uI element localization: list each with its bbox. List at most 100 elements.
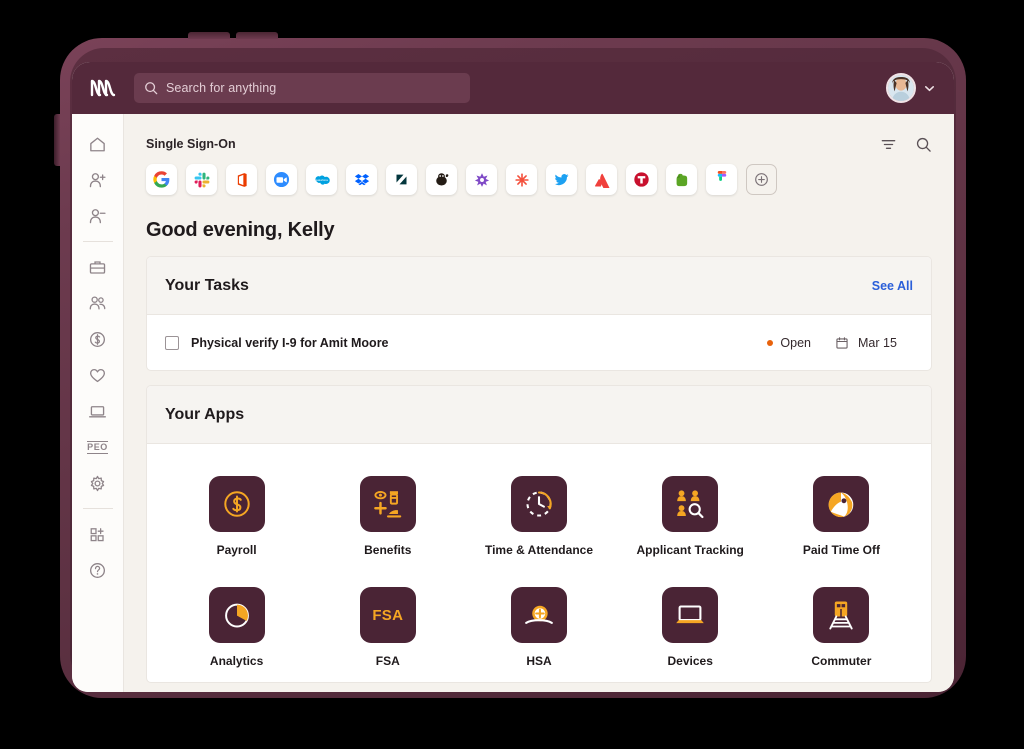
clock-icon <box>522 487 556 521</box>
sidebar-item-benefits[interactable] <box>79 357 117 393</box>
calendar-icon <box>835 336 849 350</box>
app-icon-container <box>208 476 265 532</box>
filter-icon[interactable] <box>880 136 897 153</box>
sso-app-mailchimp[interactable] <box>426 164 457 195</box>
app-label: Applicant Tracking <box>636 543 744 557</box>
help-circle-icon <box>88 561 107 580</box>
svg-text:salesforce: salesforce <box>315 178 328 182</box>
chevron-down-icon[interactable] <box>923 82 936 95</box>
sso-app-evernote[interactable] <box>666 164 697 195</box>
sso-app-dropbox[interactable] <box>346 164 377 195</box>
person-remove-icon <box>88 207 107 226</box>
sso-app-slack[interactable] <box>186 164 217 195</box>
sidebar-item-people[interactable] <box>79 285 117 321</box>
sidebar-item-settings[interactable] <box>79 465 117 501</box>
your-tasks-title: Your Tasks <box>165 276 249 294</box>
app-tile-commuter[interactable]: Commuter <box>766 577 917 682</box>
sso-app-twitter[interactable] <box>546 164 577 195</box>
due-date-label: Mar 15 <box>858 335 897 350</box>
sso-app-atlassian[interactable] <box>586 164 617 195</box>
sso-app-google[interactable] <box>146 164 177 195</box>
see-all-link[interactable]: See All <box>872 279 913 293</box>
sso-app-asterisk[interactable] <box>506 164 537 195</box>
peo-text-icon: PEO <box>87 440 108 454</box>
sso-app-office365[interactable] <box>226 164 257 195</box>
beach-ball-icon <box>824 487 858 521</box>
your-apps-card: Your Apps Payroll Benefits Time & Attend… <box>146 385 932 683</box>
app-tile-applicant-tracking[interactable]: Applicant Tracking <box>615 466 766 571</box>
person-add-icon <box>88 171 107 190</box>
user-avatar[interactable] <box>886 73 916 103</box>
hsa-icon <box>523 599 555 631</box>
search-input[interactable]: Search for anything <box>134 73 470 103</box>
app-icon-container <box>510 587 567 643</box>
sidebar-divider-2 <box>82 508 113 509</box>
task-checkbox[interactable] <box>165 335 179 350</box>
sso-app-zoom[interactable] <box>266 164 297 195</box>
task-row[interactable]: Physical verify I-9 for Amit Moore Open <box>147 315 931 370</box>
main-content: Single Sign-On salesforce Good evening, … <box>124 114 954 692</box>
sso-app-salesforce[interactable]: salesforce <box>306 164 337 195</box>
topbar-user-menu[interactable] <box>886 73 936 103</box>
your-apps-title: Your Apps <box>165 405 245 423</box>
applicant-search-icon <box>674 488 706 520</box>
status-badge: Open <box>767 336 811 350</box>
home-icon <box>88 135 107 154</box>
sidebar-item-home[interactable] <box>79 126 117 162</box>
sidebar-item-peo[interactable]: PEO <box>79 429 117 465</box>
task-due-date: Mar 15 <box>835 336 913 350</box>
page-title: Good evening, Kelly <box>146 219 335 241</box>
app-tile-analytics[interactable]: Analytics <box>161 577 312 682</box>
train-icon <box>825 599 857 631</box>
briefcase-icon <box>88 258 107 277</box>
gear-icon <box>88 474 107 493</box>
dollar-circle-icon <box>220 487 254 521</box>
rippling-logo[interactable] <box>86 75 120 101</box>
power-button[interactable] <box>54 114 60 166</box>
sso-header: Single Sign-On <box>124 114 954 158</box>
sidebar-item-payroll[interactable] <box>79 321 117 357</box>
search-icon <box>144 81 158 95</box>
status-label: Open <box>780 335 811 350</box>
sso-app-tmobile[interactable] <box>626 164 657 195</box>
sso-add-app-button[interactable] <box>746 164 777 195</box>
sso-app-list: salesforce <box>124 158 954 195</box>
left-sidebar: PEO <box>72 114 124 692</box>
sso-app-zendesk[interactable] <box>386 164 417 195</box>
sidebar-item-devices[interactable] <box>79 393 117 429</box>
search-icon[interactable] <box>915 136 932 153</box>
app-tile-paid-time-off[interactable]: Paid Time Off <box>766 466 917 571</box>
status-dot-icon <box>767 339 774 346</box>
volume-up-button[interactable] <box>188 32 230 39</box>
app-tile-devices[interactable]: Devices <box>615 577 766 682</box>
app-tile-hsa[interactable]: HSA <box>463 577 614 682</box>
app-label: HSA <box>526 654 552 668</box>
app-label: Devices <box>667 654 713 668</box>
app-tile-benefits[interactable]: Benefits <box>312 466 463 571</box>
app-tile-time-attendance[interactable]: Time & Attendance <box>463 466 614 571</box>
app-label: Payroll <box>216 543 257 557</box>
volume-down-button[interactable] <box>236 32 278 39</box>
app-icon-container <box>662 587 719 643</box>
your-apps-header: Your Apps <box>147 386 931 444</box>
app-icon-container <box>813 587 870 643</box>
app-tile-fsa[interactable]: FSA FSA <box>312 577 463 682</box>
sso-title: Single Sign-On <box>146 137 236 151</box>
sidebar-item-briefcase[interactable] <box>79 249 117 285</box>
pie-chart-icon <box>221 599 253 631</box>
sso-app-gitkraken[interactable] <box>466 164 497 195</box>
sidebar-item-help[interactable] <box>79 552 117 588</box>
app-add-icon <box>88 525 107 544</box>
app-label: Paid Time Off <box>802 543 880 557</box>
sidebar-item-add-app[interactable] <box>79 516 117 552</box>
app-icon-container <box>662 476 719 532</box>
fsa-text-icon: FSA <box>372 606 404 624</box>
app-label: FSA <box>375 654 400 668</box>
sso-app-figma[interactable] <box>706 164 737 195</box>
heart-icon <box>88 366 107 385</box>
your-tasks-header: Your Tasks See All <box>147 257 931 315</box>
benefits-icon <box>372 488 404 520</box>
sidebar-item-remove-person[interactable] <box>79 198 117 234</box>
sidebar-item-add-person[interactable] <box>79 162 117 198</box>
app-tile-payroll[interactable]: Payroll <box>161 466 312 571</box>
